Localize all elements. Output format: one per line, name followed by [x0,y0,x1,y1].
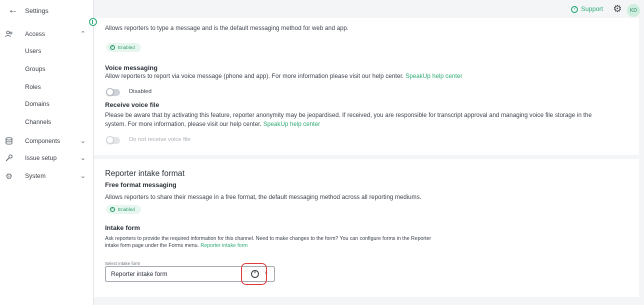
select-value: Reporter intake form [111,271,168,278]
badge-label: Enabled [118,45,135,50]
wrench-icon [5,154,13,162]
intake-form-description-line2: intake form page under the Forms menu. R… [105,243,248,249]
voice-file-toggle-label: Do not receive voice file [129,137,191,143]
help-center-link[interactable]: SpeakUp help center [263,121,320,128]
status-badge: ✓ Enabled [106,205,141,214]
sidebar-item-users[interactable]: Users [25,48,41,55]
check-circle-icon: ✓ [110,45,115,50]
arrow-left-icon: ← [8,5,18,16]
sidebar-item-channels[interactable]: Channels [25,119,51,126]
collapse-sidebar-button[interactable] [89,18,97,26]
highlight-box [241,263,267,285]
voice-file-title: Receive voice file [105,102,160,109]
voice-file-toggle[interactable] [106,136,120,144]
sidebar: ← Settings Access ⌃ Users Groups Roles D… [0,0,94,305]
sidebar-item-label: System [25,172,46,180]
chevron-up-icon: ⌃ [80,31,86,38]
badge-label: Enabled [118,207,135,212]
free-format-description: Allows reporters to share their message … [105,194,422,201]
chevron-down-icon: ⌄ [80,138,86,145]
sidebar-item-access[interactable]: Access ⌃ [0,27,94,41]
avatar[interactable]: KD [627,4,640,17]
users-icon [5,30,13,38]
reporter-intake-form-link[interactable]: Reporter intake form [200,243,247,249]
voice-messaging-toggle-label: Disabled [129,89,152,95]
sidebar-item-label: Issue setup [25,154,57,162]
help-circle-icon: ? [571,6,578,13]
voice-file-description-line1: Please be aware that by activating this … [105,112,592,119]
sidebar-item-issue-setup[interactable]: Issue setup ⌄ [0,151,94,165]
voice-messaging-description: Allow reporters to report via voice mess… [105,73,463,80]
written-message-description: Allows reporters to type a message and i… [105,25,349,32]
gear-icon[interactable]: ⚙ [613,4,622,15]
gear-icon: ⚙ [5,171,13,181]
intake-form-title: Intake form [105,225,141,232]
sidebar-item-groups[interactable]: Groups [25,66,45,73]
check-circle-icon: ✓ [110,207,115,212]
sidebar-item-label: Components [25,137,61,145]
database-icon [5,137,13,145]
voice-file-description-line2: system. For more information, please vis… [105,121,321,128]
sidebar-item-label: Access [25,30,45,38]
sidebar-item-roles[interactable]: Roles [25,84,41,91]
support-label: Support [581,6,604,13]
chevron-down-icon: ⌄ [80,155,86,162]
voice-messaging-toggle[interactable] [106,88,120,96]
back-to-settings-button[interactable]: ← Settings [8,5,49,16]
status-badge: ✓ Enabled [106,43,141,52]
back-label: Settings [25,7,49,15]
sidebar-item-system[interactable]: ⚙ System ⌄ [0,169,94,183]
chevron-down-icon: ⌄ [80,173,86,180]
sidebar-item-domains[interactable]: Domains [25,101,49,108]
sidebar-item-components[interactable]: Components ⌄ [0,134,94,148]
help-center-link[interactable]: SpeakUp help center [405,73,462,80]
section-title: Reporter intake format [105,169,185,178]
free-format-title: Free format messaging [105,182,177,189]
support-link[interactable]: ? Support [571,6,603,13]
voice-messaging-title: Voice messaging [105,65,158,72]
messaging-methods-card [94,18,639,155]
